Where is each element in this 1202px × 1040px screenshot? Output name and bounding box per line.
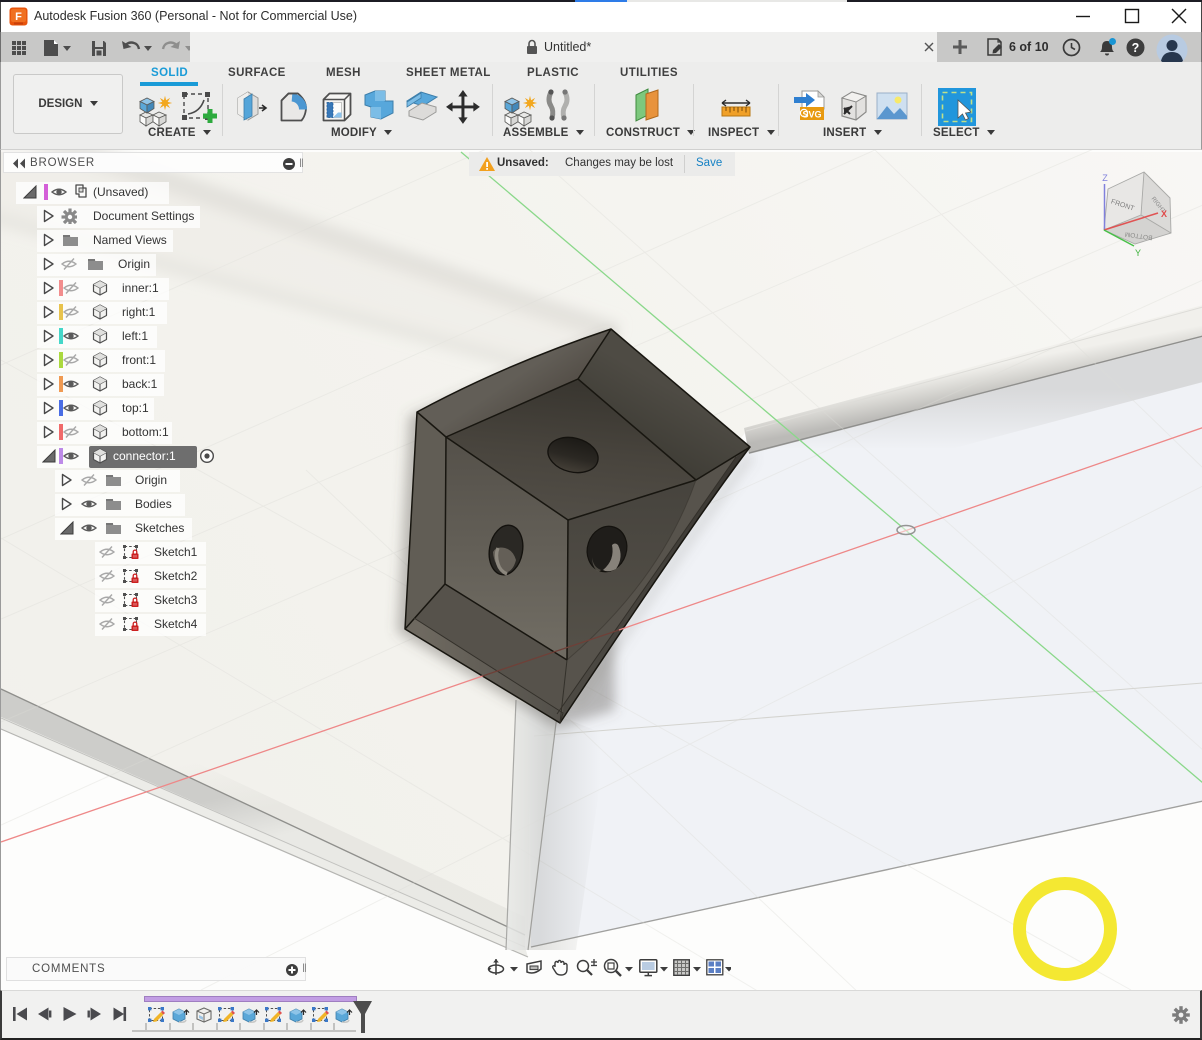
svg-text:Z: Z bbox=[1102, 173, 1108, 183]
svg-text:Y: Y bbox=[1135, 248, 1141, 258]
svg-text:X: X bbox=[1161, 209, 1167, 219]
svg-text:SVG: SVG bbox=[802, 110, 821, 120]
svg-text:F: F bbox=[15, 11, 22, 23]
svg-text:?: ? bbox=[1132, 41, 1140, 55]
